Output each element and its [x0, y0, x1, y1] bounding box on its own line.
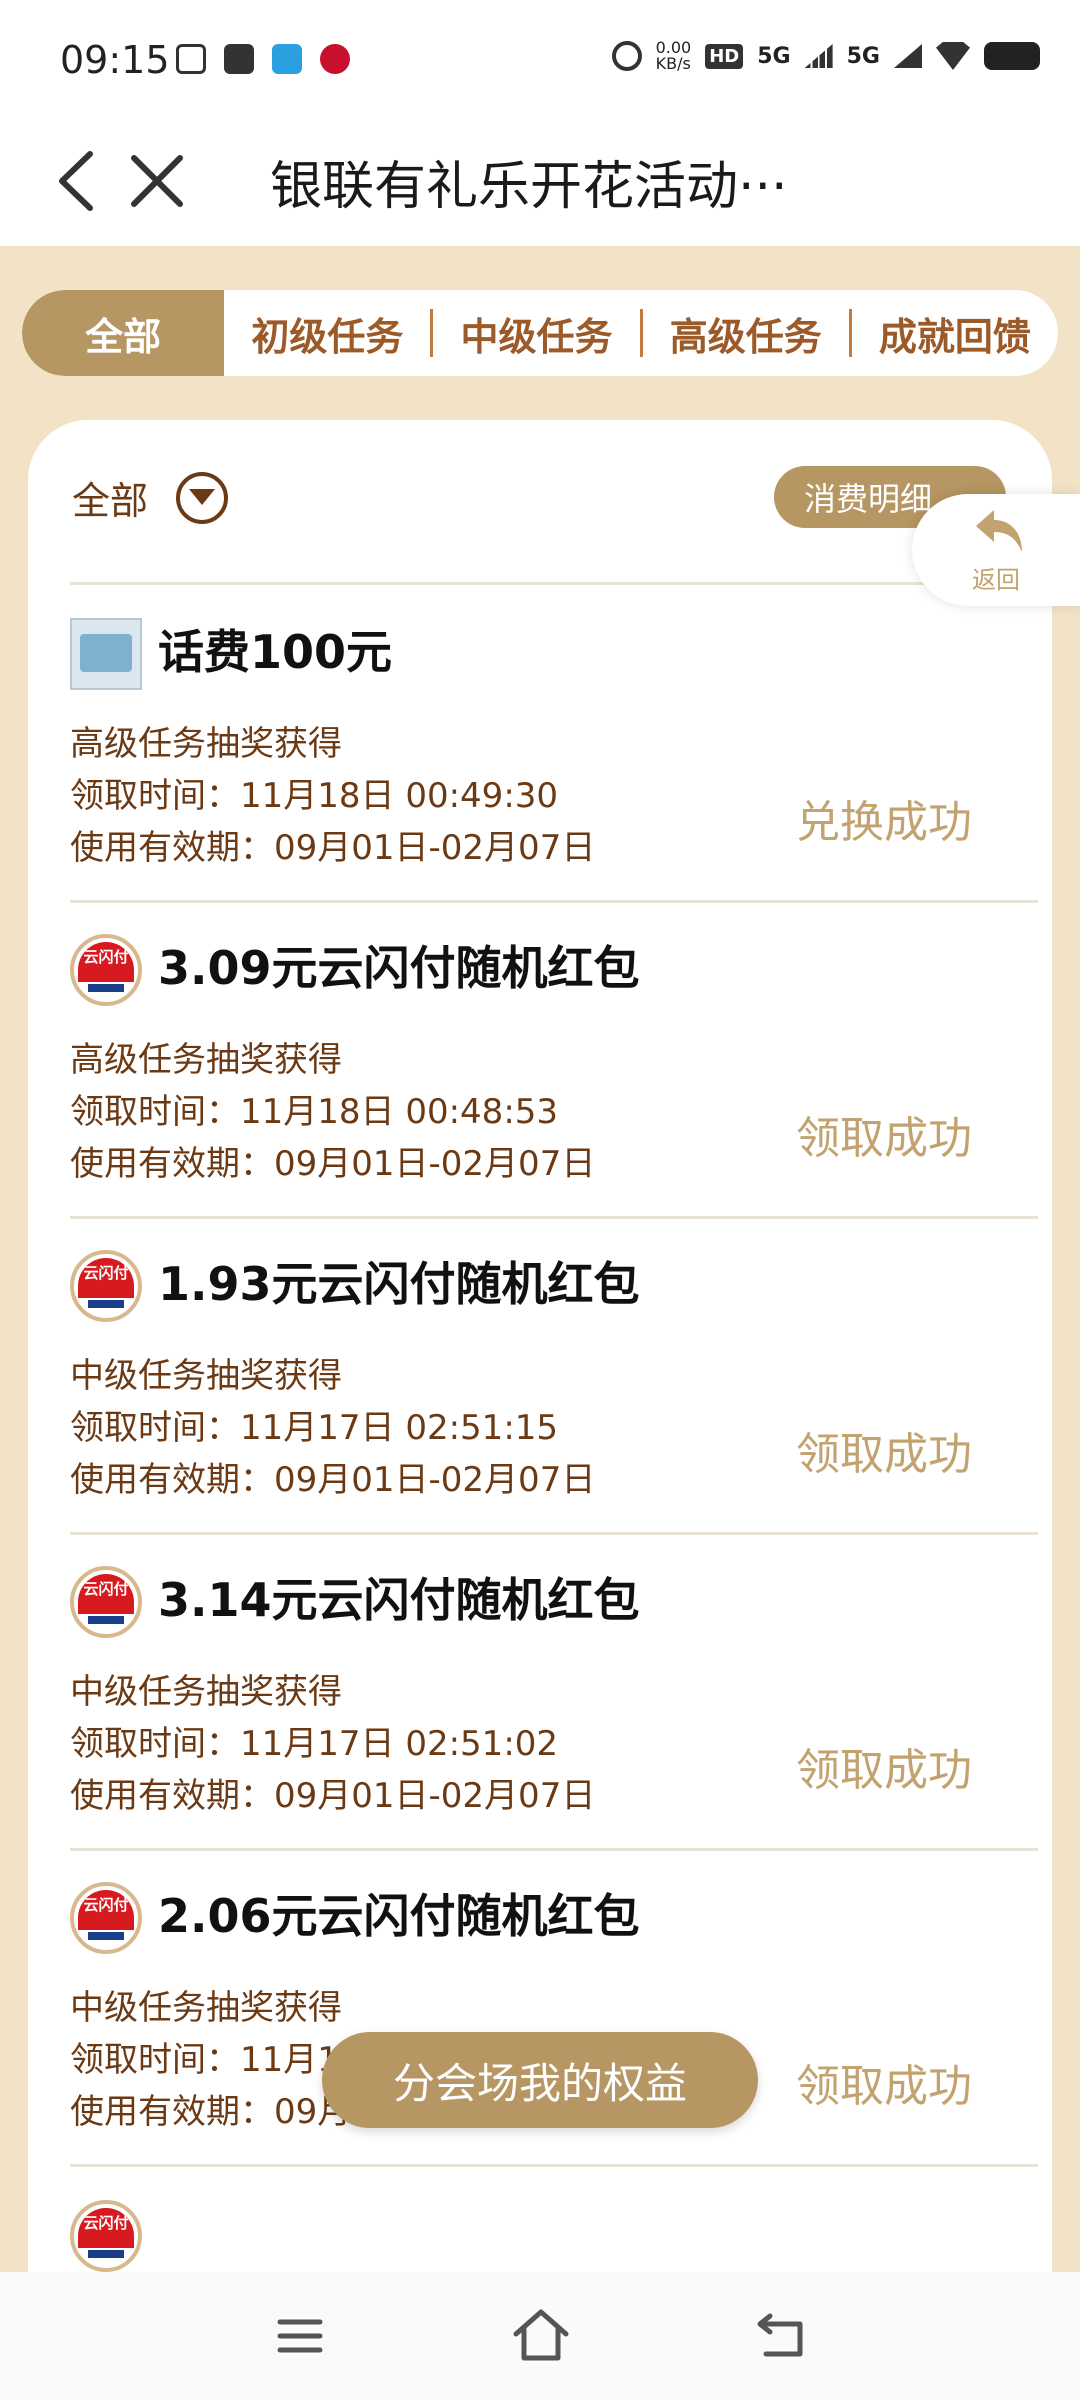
- signal-2-label: 5G: [846, 43, 880, 69]
- tab-advanced[interactable]: 高级任务: [643, 290, 849, 376]
- reward-name: 话费100元: [158, 625, 393, 679]
- reward-item: 云闪付 3.09元云闪付随机红包 高级任务抽奖获得 领取时间：11月18日 00…: [70, 902, 1038, 1218]
- valid-period: 使用有效期：09月01日-02月07日: [70, 1776, 596, 1816]
- reward-source: 中级任务抽奖获得: [70, 1672, 342, 1712]
- reward-source: 高级任务抽奖获得: [70, 1040, 342, 1080]
- return-arrow-icon: [976, 510, 1022, 552]
- valid-period: 使用有效期：09月01日-02月07日: [70, 1460, 596, 1500]
- claim-status: 领取成功: [796, 1745, 972, 1796]
- reward-name: 3.09元云闪付随机红包: [158, 941, 640, 995]
- telegram-icon: [272, 44, 302, 74]
- divider: [70, 2164, 1038, 2167]
- reward-item: 云闪付 3.14元云闪付随机红包 中级任务抽奖获得 领取时间：11月17日 02…: [70, 1534, 1038, 1850]
- back-icon[interactable]: [48, 146, 108, 216]
- reward-item: 云闪付 1.93元云闪付随机红包 中级任务抽奖获得 领取时间：11月17日 02…: [70, 1218, 1038, 1534]
- valid-period: 使用有效期：09月: [70, 2092, 352, 2132]
- tv-icon: [176, 44, 206, 74]
- battery-icon: [984, 42, 1040, 70]
- filter-dropdown[interactable]: 全部: [72, 470, 229, 525]
- alarm-icon: [611, 41, 642, 71]
- claim-status: 兑换成功: [796, 797, 972, 848]
- system-indicators: 0.00 KB/s HD 5G 5G: [611, 38, 1040, 73]
- claim-time: 领取时间：11月17日 02:51:15: [70, 1408, 559, 1448]
- signal-1-label: 5G: [757, 43, 791, 69]
- reward-name: 1.93元云闪付随机红包: [158, 1257, 640, 1311]
- reward-source: 中级任务抽奖获得: [70, 1988, 342, 2028]
- claim-status: 领取成功: [796, 1429, 972, 1480]
- unionpay-logo-icon: 云闪付: [70, 934, 142, 1006]
- claim-status: 领取成功: [796, 1113, 972, 1164]
- claim-time: 领取时间：11月18日 00:49:30: [70, 776, 559, 816]
- phone-credit-image: [70, 618, 142, 690]
- floating-back-label: 返回: [972, 566, 1020, 594]
- divider: [70, 582, 1038, 585]
- reward-item: 话费100元 高级任务抽奖获得 领取时间：11月18日 00:49:30 使用有…: [70, 586, 1038, 902]
- back-nav-icon[interactable]: [756, 2312, 806, 2358]
- reward-name: 3.14元云闪付随机红包: [158, 1573, 640, 1627]
- net-speed: 0.00 KB/s: [655, 38, 692, 73]
- unionpay-logo-icon: 云闪付: [70, 1250, 142, 1322]
- clipboard-check-icon: [224, 44, 254, 74]
- status-time: 09:15: [60, 38, 170, 82]
- claim-time: 领取时间：11月18日 00:48:53: [70, 1092, 559, 1132]
- valid-period: 使用有效期：09月01日-02月07日: [70, 1144, 596, 1184]
- filter-label: 全部: [72, 479, 149, 523]
- wifi-icon: [936, 42, 970, 70]
- menu-icon[interactable]: [276, 2316, 324, 2356]
- reward-source: 高级任务抽奖获得: [70, 724, 342, 764]
- chevron-down-icon[interactable]: [176, 471, 229, 524]
- tab-all[interactable]: 全部: [22, 290, 225, 376]
- status-bar: 09:15 0.00 KB/s HD 5G 5G: [0, 0, 1080, 118]
- claim-time: 领取时间：11月1: [70, 2040, 339, 2080]
- reward-source: 中级任务抽奖获得: [70, 1356, 342, 1396]
- task-tabs: 全部 初级任务 中级任务 高级任务 成就回馈: [22, 290, 1058, 376]
- rewards-card: 全部 消费明细 话费100元 高级任务抽奖获得 领取时间：11月18日 00:4…: [28, 420, 1052, 2280]
- floating-back-button[interactable]: 返回: [912, 494, 1080, 606]
- valid-period: 使用有效期：09月01日-02月07日: [70, 828, 596, 868]
- close-icon[interactable]: [124, 148, 190, 214]
- page-title: 银联有礼乐开花活动···: [270, 157, 788, 217]
- signal-1-icon: [804, 44, 833, 68]
- tab-beginner[interactable]: 初级任务: [224, 290, 430, 376]
- unionpay-logo-icon: 云闪付: [70, 1566, 142, 1638]
- unionpay-logo-icon: 云闪付: [70, 2200, 142, 2272]
- reward-name: 2.06元云闪付随机红包: [158, 1889, 640, 1943]
- home-icon[interactable]: [512, 2308, 570, 2362]
- hd-icon: HD: [705, 43, 744, 69]
- claim-time: 领取时间：11月17日 02:51:02: [70, 1724, 559, 1764]
- bank-icon: [320, 44, 350, 74]
- app-header: 银联有礼乐开花活动···: [0, 118, 1080, 246]
- tab-intermediate[interactable]: 中级任务: [433, 290, 639, 376]
- signal-2-icon: [894, 44, 922, 68]
- system-nav-bar: [0, 2272, 1080, 2400]
- notification-icons: [176, 44, 350, 74]
- unionpay-logo-icon: 云闪付: [70, 1882, 142, 1954]
- claim-status: 领取成功: [796, 2061, 972, 2112]
- tab-achievement[interactable]: 成就回馈: [852, 290, 1058, 376]
- my-benefits-button[interactable]: 分会场我的权益: [322, 2032, 758, 2128]
